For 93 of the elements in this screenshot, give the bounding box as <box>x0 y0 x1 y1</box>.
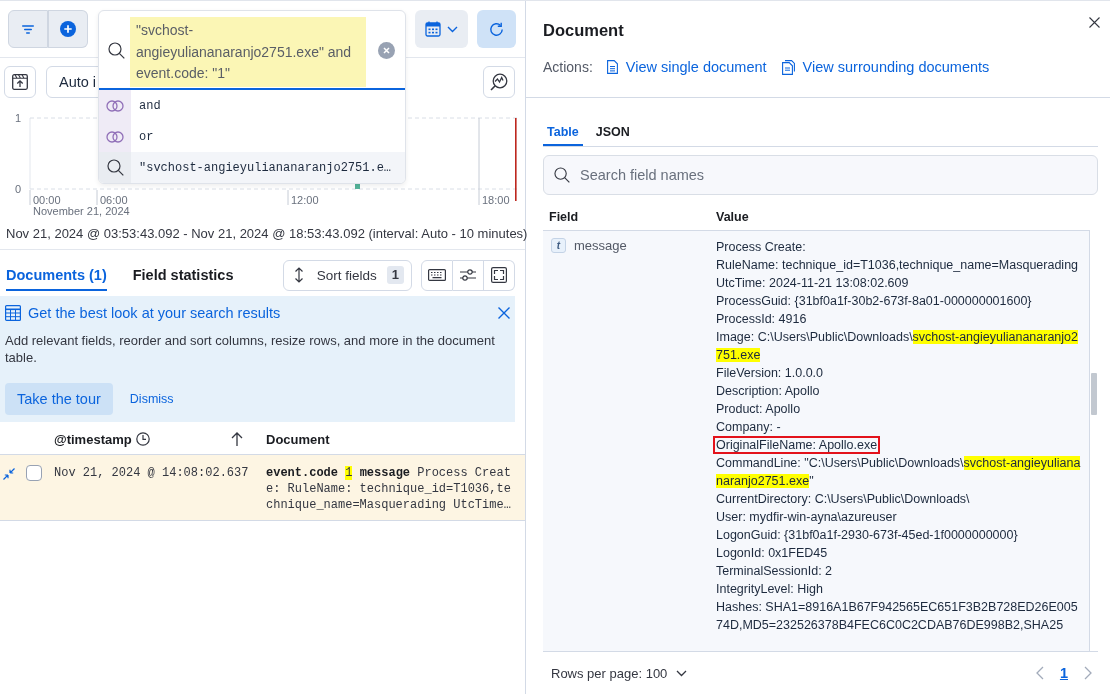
clear-button[interactable] <box>378 42 395 59</box>
row-checkbox[interactable] <box>26 465 42 481</box>
column-header: Field <box>548 209 580 224</box>
document-link[interactable]: View single document <box>606 59 767 75</box>
document-cell-text: event.code 1 message Process Create: RuleName: technique_id=T1036,technique_name=Masquerading UtcTime… <box>266 465 512 513</box>
message-line: UtcTime: 2024-11-21 13:08:02.609 <box>716 275 909 292</box>
keyboard-shortcuts-button[interactable] <box>421 259 453 291</box>
refresh-button[interactable] <box>477 10 516 48</box>
chevron-left-icon <box>1035 666 1044 680</box>
message-line: FileVersion: 1.0.0.0 <box>716 365 823 382</box>
sort-fields-button[interactable]: Sort fields 1 <box>282 259 412 291</box>
rows-per-page-button[interactable]: Rows per page: 100 <box>551 665 688 681</box>
axis-tick-label: 18:00 <box>482 194 510 206</box>
message-line: Hashes: SHA1=8916A1B67F942565EC651F3B2B728ED26E00574D,MD5=232526378B4FEC6C0C2CDAB76DE998B2,SHA25 <box>716 599 1079 634</box>
magnifier-chart-icon <box>490 73 508 91</box>
query-input[interactable]: "svchost-angieyuliananaranjo2751.exe" and event.code: "1" <box>130 17 366 87</box>
tab[interactable]: Field statistics <box>132 259 234 291</box>
scrollbar[interactable] <box>1091 373 1097 415</box>
venn-circles-icon <box>99 121 131 152</box>
refresh-icon <box>489 21 504 37</box>
column-header[interactable]: Document <box>250 424 330 454</box>
axis-tick-label: 12:00 <box>291 194 319 206</box>
actions-label: Actions: <box>543 59 593 75</box>
chevron-right-icon <box>1084 666 1092 680</box>
page-button[interactable]: 1 <box>1057 665 1070 681</box>
search-icon <box>554 167 570 183</box>
grid-row[interactable]: Nov 21, 2024 @ 14:08:02.637 event.code 1 message Process Create: RuleName: technique_id=T1036,technique_name=Masquerading UtcTime… <box>0 455 525 521</box>
calendar-icon <box>425 21 441 37</box>
time-range-text: Nov 21, 2024 @ 03:53:43.092 - Nov 21, 2024 @ 18:53:43.092 (interval: Auto - 10 minutes) <box>0 225 525 250</box>
callout-title: Get the best look at your search results <box>28 305 281 321</box>
filter-icon <box>22 24 34 34</box>
column-header[interactable]: @timestamp <box>54 424 250 454</box>
plus-circle-icon <box>59 21 76 37</box>
tab[interactable]: JSON <box>591 118 634 146</box>
venn-circles-icon <box>99 90 131 121</box>
message-line: Description: Apollo <box>716 383 820 400</box>
field-type-token: t <box>551 238 566 253</box>
suggestion-item[interactable]: "svchost-angieyuliananaranjo2751.e… <box>99 152 405 183</box>
display-settings-button[interactable] <box>453 259 484 291</box>
fullscreen-icon <box>491 267 507 283</box>
axis-tick-label: 00:00 <box>33 194 61 206</box>
callout-text: Add relevant fields, reorder and sort columns, resize rows, and more in the document table. <box>5 332 496 366</box>
documents-icon <box>781 59 795 75</box>
filter-menu-button[interactable] <box>8 10 48 48</box>
chevron-down-icon <box>676 669 688 677</box>
timestamp-cell: Nov 21, 2024 @ 14:08:02.637 <box>54 465 250 481</box>
document-icon <box>606 60 618 74</box>
close-icon <box>1089 17 1100 28</box>
axis-tick-label: 1 <box>14 112 21 124</box>
clear-icon <box>378 42 395 59</box>
message-line: LogonId: 0x1FED45 <box>716 545 828 562</box>
message-line: IntegrityLevel: High <box>716 581 823 598</box>
close-icon <box>498 307 510 319</box>
tab[interactable]: Table <box>543 118 583 146</box>
date-picker-button[interactable] <box>415 10 468 48</box>
add-filter-button[interactable] <box>48 10 88 48</box>
close-button[interactable] <box>1089 17 1100 28</box>
tray-arrow-up-icon <box>12 74 28 90</box>
sliders-icon <box>460 269 476 281</box>
message-line: Process Create: <box>716 239 806 256</box>
message-line: CurrentDirectory: C:\Users\Public\Downloads\ <box>716 491 970 508</box>
message-line: Company: - <box>716 419 781 436</box>
suggestion-item[interactable]: or <box>99 121 405 152</box>
search-icon <box>108 42 125 59</box>
message-line: User: mydfir-win-ayna\azureuser <box>716 509 897 526</box>
collapse-arrows-icon <box>3 468 15 480</box>
keyboard-icon <box>428 269 446 281</box>
document-link[interactable]: View surrounding documents <box>781 59 990 75</box>
flyout-title: Document <box>543 20 624 41</box>
message-line: ProcessId: 4916 <box>716 311 807 328</box>
message-line: LogonGuid: {31bf0a1f-2930-673f-45ed-1f0000000000} <box>716 527 1018 544</box>
axis-tick-label: 06:00 <box>100 194 128 206</box>
date-label: November 21, 2024 <box>33 205 130 217</box>
field-search-input[interactable]: Search field names <box>543 155 1098 195</box>
table-icon <box>5 305 21 321</box>
chevron-down-icon <box>447 25 458 33</box>
message-line: TerminalSessionId: 2 <box>716 563 833 580</box>
dismiss-link[interactable]: Dismiss <box>129 392 174 406</box>
sort-arrows-icon <box>292 267 305 283</box>
message-line: Product: Apollo <box>716 401 801 418</box>
row-toggle-button[interactable] <box>3 468 15 480</box>
field-name: message <box>574 238 627 254</box>
column-header: Value <box>716 209 749 224</box>
message-line: RuleName: technique_id=T1036,technique_name=Masquerading <box>716 257 1079 274</box>
count-badge: 1 <box>386 266 404 284</box>
fullscreen-button[interactable] <box>484 259 515 291</box>
message-line: ProcessGuid: {31bf0a1f-30b2-673f-8a01-000000001600} <box>716 293 1032 310</box>
axis-tick-label: 0 <box>14 183 21 195</box>
chart-options-button[interactable] <box>483 66 515 98</box>
clock-icon <box>135 432 150 446</box>
tour-button[interactable]: Take the tour <box>5 383 113 415</box>
tab[interactable]: Documents (1) <box>6 259 107 291</box>
upload-button[interactable] <box>4 66 36 98</box>
